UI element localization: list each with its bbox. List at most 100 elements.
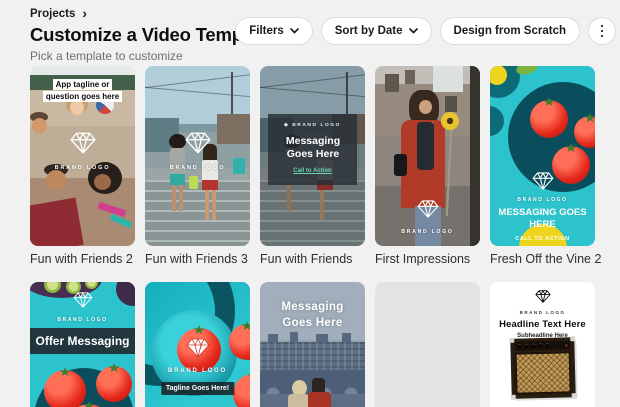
template-card-fresh-off-the-vine-2[interactable]: BRAND LOGO MESSAGING GOES HERE CALL TO A… bbox=[490, 66, 595, 246]
guitar-amp-graphic bbox=[508, 336, 577, 400]
building-graphic bbox=[316, 334, 328, 342]
offer-banner: Offer Messaging bbox=[30, 328, 135, 354]
brand-logo-block: BRAND LOGO bbox=[30, 292, 135, 323]
filters-button-label: Filters bbox=[249, 25, 284, 37]
template-cell: ◆ BRAND LOGO Messaging Goes Here Call to… bbox=[260, 66, 365, 266]
brand-diamond-icon bbox=[534, 290, 551, 303]
building-graphic bbox=[268, 334, 278, 342]
template-card-fun-with-friends[interactable]: ◆ BRAND LOGO Messaging Goes Here Call to… bbox=[260, 66, 365, 246]
template-name: Fun with Friends 2 bbox=[30, 252, 133, 266]
brand-diamond-icon bbox=[184, 132, 211, 154]
person-graphic bbox=[46, 170, 66, 190]
person-graphic bbox=[170, 174, 185, 185]
brand-diamond-icon bbox=[532, 172, 553, 190]
bowl-graphic bbox=[490, 106, 504, 136]
messaging-text: Messaging Goes Here bbox=[281, 301, 344, 329]
template-name: First Impressions bbox=[375, 252, 471, 266]
stairs-graphic bbox=[145, 180, 250, 246]
bag-graphic bbox=[189, 176, 198, 189]
messaging-block: Messaging Goes Here bbox=[260, 300, 365, 331]
brand-logo-text: BRAND LOGO bbox=[292, 123, 341, 128]
filters-button[interactable]: Filters bbox=[235, 17, 313, 45]
design-from-scratch-button[interactable]: Design from Scratch bbox=[439, 17, 580, 45]
template-name: Fun with Friends 3 bbox=[145, 252, 248, 266]
template-cell: BRAND LOGO Offer Messaging bbox=[30, 282, 135, 407]
template-card-offer-messaging[interactable]: BRAND LOGO Offer Messaging bbox=[30, 282, 135, 407]
more-options-button[interactable] bbox=[588, 17, 616, 45]
tomato-graphic bbox=[44, 367, 86, 407]
template-gallery-page: Projects › Customize a Video Template Pi… bbox=[0, 0, 620, 407]
template-cell: Messaging Goes Here bbox=[260, 282, 365, 407]
building-graphic bbox=[260, 342, 365, 370]
red-coat-graphic bbox=[308, 392, 331, 407]
template-card-messaging-city[interactable]: Messaging Goes Here bbox=[260, 282, 365, 407]
template-cell: BRAND LOGO Fun with Friends 3 bbox=[145, 66, 250, 266]
person-graphic bbox=[202, 180, 218, 190]
kebab-menu-icon bbox=[600, 24, 604, 28]
design-button-label: Design from Scratch bbox=[453, 25, 566, 37]
headline-text: Headline Text Here bbox=[499, 319, 586, 330]
sort-by-date-button[interactable]: Sort by Date bbox=[320, 17, 432, 45]
person-graphic bbox=[30, 197, 84, 246]
tomato-stem-graphic bbox=[59, 367, 71, 377]
brand-diamond-icon bbox=[417, 200, 438, 218]
brand-logo-text: BRAND LOGO bbox=[54, 165, 111, 171]
tomato-graphic bbox=[233, 371, 250, 407]
amp-knob-graphic bbox=[530, 343, 535, 348]
window-graphic bbox=[445, 96, 457, 112]
messaging-text: MESSAGING GOES HERE bbox=[498, 207, 587, 231]
brand-logo-text: BRAND LOGO bbox=[168, 368, 227, 374]
call-to-action-text: Call to Action bbox=[293, 168, 332, 175]
brand-diamond-icon bbox=[69, 132, 96, 154]
template-card-first-impressions[interactable]: BRAND LOGO bbox=[375, 66, 480, 246]
sort-button-label: Sort by Date bbox=[334, 25, 403, 37]
bag-graphic bbox=[394, 154, 407, 176]
brand-diamond-icon bbox=[186, 338, 210, 363]
template-card-tagline[interactable]: BRAND LOGO Tagline Goes Here! bbox=[145, 282, 250, 407]
template-cell: BRAND LOGO MESSAGING GOES HERE CALL TO A… bbox=[490, 66, 602, 266]
template-card-placeholder[interactable] bbox=[375, 282, 480, 407]
powerline-graphic bbox=[145, 71, 250, 90]
app-tagline-text: App tagline or question goes here bbox=[42, 79, 123, 102]
tagline-box: Tagline Goes Here! bbox=[160, 382, 235, 395]
amp-knob-graphic bbox=[537, 343, 542, 348]
template-card-fun-with-friends-2[interactable]: App tagline or question goes here BRAND … bbox=[30, 66, 135, 246]
template-name: Fresh Off the Vine 2 bbox=[490, 252, 602, 266]
template-grid-row-2: BRAND LOGO Offer Messaging BRAND LOGO Ta… bbox=[30, 282, 595, 407]
sunflower-graphic bbox=[441, 112, 459, 130]
breadcrumb-projects-link[interactable]: Projects bbox=[30, 8, 75, 20]
kebab-menu-icon bbox=[600, 29, 604, 33]
template-cell: BRAND LOGO Tagline Goes Here! bbox=[145, 282, 250, 407]
template-cell: App tagline or question goes here BRAND … bbox=[30, 66, 135, 266]
page-subtitle: Pick a template to customize bbox=[30, 49, 183, 63]
template-card-headline[interactable]: BRAND LOGO Headline Text Here Subheadlin… bbox=[490, 282, 595, 407]
subheadline-text: Subheadline Here bbox=[517, 333, 568, 339]
brand-logo-block: BRAND LOGO bbox=[375, 200, 480, 235]
building-graphic bbox=[290, 332, 298, 342]
window-graphic bbox=[385, 74, 399, 92]
template-card-fun-with-friends-3[interactable]: BRAND LOGO bbox=[145, 66, 250, 246]
brand-logo-text: BRAND LOGO bbox=[169, 165, 226, 171]
sky-graphic bbox=[433, 66, 463, 92]
messaging-block: BRAND LOGO MESSAGING GOES HERE CALL TO A… bbox=[490, 172, 595, 242]
person-graphic bbox=[419, 100, 432, 114]
offer-text: Offer Messaging bbox=[35, 334, 130, 348]
template-cell bbox=[375, 282, 480, 407]
window-graphic bbox=[405, 70, 415, 84]
amp-grille-graphic bbox=[514, 351, 572, 395]
brand-logo-line: ◆ BRAND LOGO bbox=[273, 123, 352, 128]
chevron-down-icon bbox=[289, 28, 299, 34]
tomato-stem-graphic bbox=[108, 363, 120, 373]
brand-logo-text: BRAND LOGO bbox=[57, 317, 108, 323]
person-graphic bbox=[172, 185, 176, 211]
brand-logo-text: BRAND LOGO bbox=[517, 197, 568, 203]
amp-knob-graphic bbox=[523, 343, 528, 348]
template-cell: BRAND LOGO First Impressions bbox=[375, 66, 480, 266]
person-graphic bbox=[288, 394, 309, 407]
tagline-text: Tagline Goes Here! bbox=[165, 385, 230, 392]
brand-logo-text: BRAND LOGO bbox=[519, 310, 566, 315]
scarf-graphic bbox=[417, 122, 434, 170]
tomato-graphic bbox=[96, 363, 132, 402]
brand-logo-block: BRAND LOGO bbox=[30, 132, 135, 171]
kebab-menu-icon bbox=[600, 34, 604, 38]
